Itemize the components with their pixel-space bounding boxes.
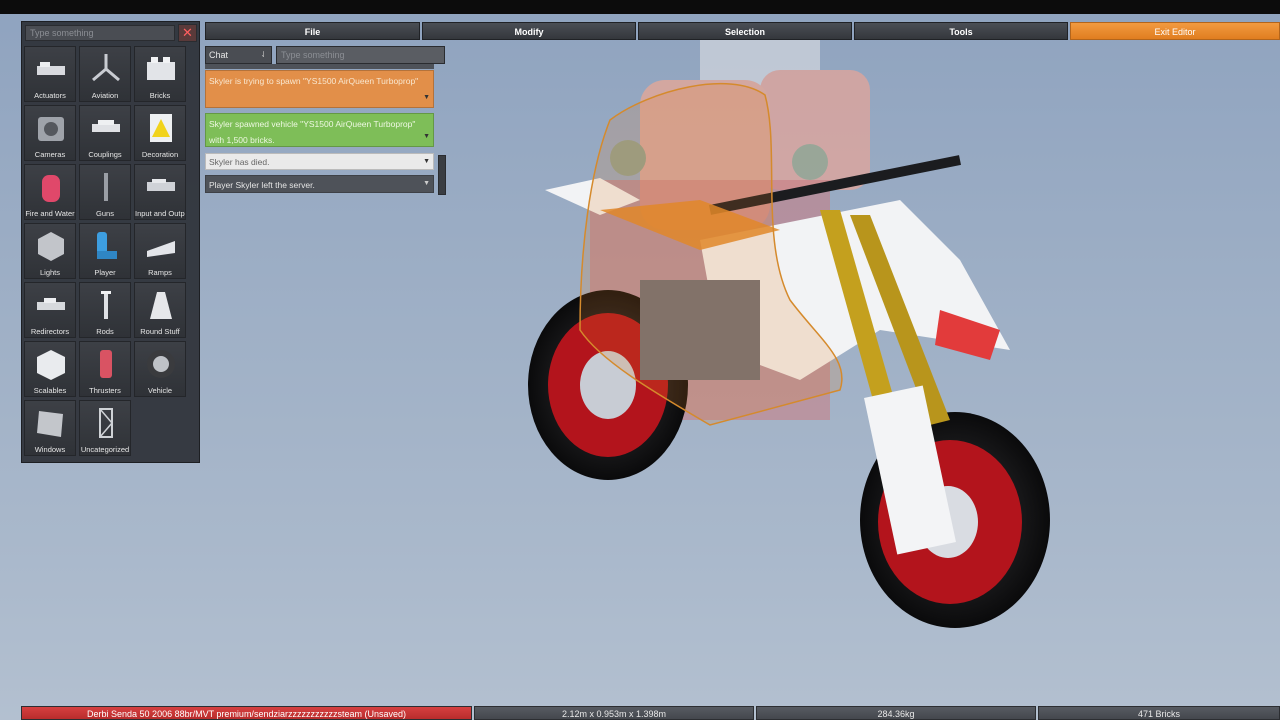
category-bricks[interactable]: Bricks: [134, 46, 186, 102]
category-couplings[interactable]: Couplings: [79, 105, 131, 161]
seat-icon: [97, 232, 117, 259]
chat-message: Skyler spawned vehicle "YS1500 AirQueen …: [205, 113, 434, 147]
chat-bar: Chat ⇃ Type something: [205, 46, 445, 64]
fire-extinguisher-icon: [42, 175, 60, 202]
brick-count-status: 471 Bricks: [1038, 706, 1280, 720]
triangle-down-icon: ▼: [423, 158, 430, 165]
wheel-icon: [147, 350, 175, 378]
ramp-icon: [147, 241, 175, 257]
triangle-down-icon: ▼: [423, 133, 430, 140]
window-icon: [37, 411, 63, 437]
brick-search-input[interactable]: Type something: [25, 25, 175, 41]
chat-message-text: Player Skyler left the server.: [209, 180, 315, 190]
chat-channel-label: Chat: [209, 50, 229, 60]
thruster-icon: [100, 350, 112, 378]
coupling-icon: [92, 120, 120, 132]
category-input-and-output[interactable]: Input and Output: [134, 164, 186, 220]
category-grid: Actuators Aviation Bricks Cameras Couplings D…: [24, 46, 186, 456]
chat-scroll-top: [205, 64, 434, 69]
brick-selector-panel: Type something ✕ Actuators Aviation Bricks…: [21, 21, 200, 463]
chat-channel-select[interactable]: Chat ⇃: [205, 46, 272, 64]
cone-icon: [150, 292, 172, 319]
exit-editor-button[interactable]: Exit Editor: [1070, 22, 1280, 40]
category-uncategorized[interactable]: Uncategorized: [79, 400, 131, 456]
light-icon: [38, 232, 64, 261]
category-label: Rods: [96, 327, 114, 336]
truss-icon: [99, 408, 113, 438]
window-top-strip: [0, 0, 1280, 14]
file-menu-button[interactable]: File: [205, 22, 420, 40]
redirector-icon: [37, 298, 65, 310]
triangle-down-icon: ▼: [423, 180, 430, 187]
brick-icon: [147, 57, 175, 80]
category-label: Thrusters: [89, 386, 121, 395]
chat-message-text: Skyler has died.: [209, 157, 270, 167]
category-label: Uncategorized: [80, 445, 130, 454]
cube-icon: [37, 350, 65, 380]
tools-menu-button[interactable]: Tools: [854, 22, 1068, 40]
category-fire-and-water[interactable]: Fire and Water: [24, 164, 76, 220]
category-label: Lights: [39, 268, 60, 277]
category-aviation[interactable]: Aviation: [79, 46, 131, 102]
propeller-icon: [92, 54, 120, 82]
modify-menu-button[interactable]: Modify: [422, 22, 636, 40]
category-label: Guns: [96, 209, 114, 218]
category-label: Bricks: [149, 91, 171, 100]
category-player[interactable]: Player: [79, 223, 131, 279]
category-round-stuff[interactable]: Round Stuff: [134, 282, 186, 338]
vehicle-name-status: Derbi Senda 50 2006 88br/MVT premium/sen…: [21, 706, 472, 720]
category-guns[interactable]: Guns: [79, 164, 131, 220]
category-label: Decoration: [141, 150, 179, 159]
category-label: Player: [94, 268, 116, 277]
category-label: Actuators: [34, 91, 66, 100]
chevron-down-icon: ⇃: [260, 50, 267, 59]
category-label: Aviation: [91, 91, 119, 100]
category-redirectors[interactable]: Redirectors: [24, 282, 76, 338]
chat-input[interactable]: Type something: [276, 46, 445, 64]
category-cameras[interactable]: Cameras: [24, 105, 76, 161]
category-label: Fire and Water: [25, 209, 75, 218]
category-scalables[interactable]: Scalables: [24, 341, 76, 397]
category-vehicle[interactable]: Vehicle: [134, 341, 186, 397]
chat-message-text: Skyler spawned vehicle "YS1500 AirQueen …: [209, 119, 416, 145]
category-ramps[interactable]: Ramps: [134, 223, 186, 279]
camera-icon: [38, 117, 64, 141]
warning-sign-icon: [150, 114, 172, 142]
triangle-down-icon: ▼: [423, 94, 430, 101]
category-label: Redirectors: [30, 327, 70, 336]
category-lights[interactable]: Lights: [24, 223, 76, 279]
dimensions-status: 2.12m x 0.953m x 1.398m: [474, 706, 754, 720]
category-actuators[interactable]: Actuators: [24, 46, 76, 102]
chat-message-text: Skyler is trying to spawn "YS1500 AirQue…: [209, 76, 419, 86]
io-icon: [147, 179, 175, 191]
selection-menu-button[interactable]: Selection: [638, 22, 852, 40]
category-label: Ramps: [148, 268, 172, 277]
close-icon[interactable]: ✕: [178, 24, 197, 42]
category-label: Cameras: [34, 150, 66, 159]
actuator-icon: [37, 62, 65, 75]
status-bar: Derbi Senda 50 2006 88br/MVT premium/sen…: [21, 706, 1280, 720]
category-label: Scalables: [33, 386, 67, 395]
editor-menubar: File Modify Selection Tools Exit Editor: [205, 22, 1280, 40]
category-label: Windows: [34, 445, 66, 454]
chat-scrollbar[interactable]: [438, 155, 446, 195]
category-windows[interactable]: Windows: [24, 400, 76, 456]
mass-status: 284.36kg: [756, 706, 1036, 720]
category-label: Vehicle: [147, 386, 173, 395]
category-rods[interactable]: Rods: [79, 282, 131, 338]
category-decoration[interactable]: Decoration: [134, 105, 186, 161]
gun-icon: [104, 173, 108, 201]
chat-message: Skyler has died. ▼: [205, 153, 434, 170]
chat-message: Skyler is trying to spawn "YS1500 AirQue…: [205, 70, 434, 108]
category-label: Couplings: [88, 150, 122, 159]
chat-message: Player Skyler left the server. ▼: [205, 175, 434, 193]
category-thrusters[interactable]: Thrusters: [79, 341, 131, 397]
category-label: Round Stuff: [140, 327, 180, 336]
rod-icon: [101, 291, 111, 319]
category-label: Input and Output: [135, 209, 185, 218]
